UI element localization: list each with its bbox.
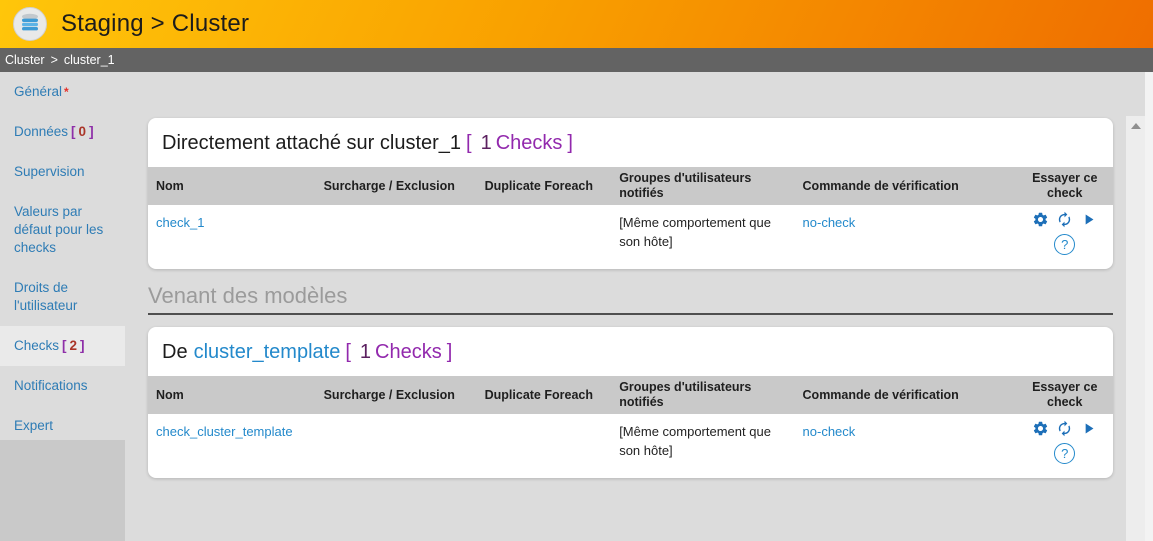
- col-header-commande: Commande de vérification: [795, 376, 1017, 414]
- duplicate-cell: [466, 414, 611, 478]
- donnees-count-badge: 0: [79, 124, 87, 139]
- help-icon[interactable]: ?: [1054, 443, 1075, 464]
- checks-count-badge: 2: [70, 338, 78, 353]
- table-row: check_1 [Même comportement que son hôte]…: [148, 205, 1113, 269]
- sidebar-footer: [0, 440, 125, 541]
- table-header-row: Nom Surcharge / Exclusion Duplicate Fore…: [148, 167, 1113, 205]
- sidebar-item-checks[interactable]: Checks[2]: [0, 326, 125, 366]
- command-link[interactable]: no-check: [803, 424, 856, 439]
- col-header-nom: Nom: [148, 376, 312, 414]
- col-header-essayer: Essayer ce check: [1016, 167, 1113, 205]
- sidebar-item-notifications[interactable]: Notifications: [0, 366, 125, 406]
- table-header-row: Nom Surcharge / Exclusion Duplicate Fore…: [148, 376, 1113, 414]
- direct-checks-title: Directement attaché sur cluster_1[1Check…: [148, 118, 1113, 167]
- sync-icon[interactable]: [1056, 420, 1073, 437]
- template-checks-card: Decluster_template[1Checks] Nom Surcharg…: [148, 327, 1113, 478]
- breadcrumb-parent-link[interactable]: Cluster: [5, 53, 45, 67]
- col-header-surcharge: Surcharge / Exclusion: [312, 376, 466, 414]
- col-header-surcharge: Surcharge / Exclusion: [312, 167, 466, 205]
- direct-checks-count: 1: [481, 132, 492, 154]
- col-header-essayer: Essayer ce check: [1016, 376, 1113, 414]
- col-header-duplicate: Duplicate Foreach: [466, 167, 611, 205]
- sidebar-item-droits-utilisateur[interactable]: Droits de l'utilisateur: [0, 268, 125, 326]
- template-checks-table: Nom Surcharge / Exclusion Duplicate Fore…: [148, 376, 1113, 478]
- sidebar-item-valeurs-defaut[interactable]: Valeurs par défaut pour les checks: [0, 192, 125, 268]
- groups-cell: [Même comportement que son hôte]: [611, 205, 794, 269]
- groups-cell: [Même comportement que son hôte]: [611, 414, 794, 478]
- sync-icon[interactable]: [1056, 211, 1073, 228]
- col-header-nom: Nom: [148, 167, 312, 205]
- duplicate-cell: [466, 205, 611, 269]
- col-header-groupes: Groupes d'utilisateurs notifiés: [611, 167, 794, 205]
- surcharge-cell: [312, 414, 466, 478]
- gear-icon[interactable]: [1032, 420, 1049, 437]
- col-header-duplicate: Duplicate Foreach: [466, 376, 611, 414]
- breadcrumb: Cluster > cluster_1: [0, 48, 1153, 72]
- template-link[interactable]: cluster_template: [194, 341, 341, 363]
- surcharge-cell: [312, 205, 466, 269]
- table-row: check_cluster_template [Même comportemen…: [148, 414, 1113, 478]
- col-header-commande: Commande de vérification: [795, 167, 1017, 205]
- sidebar-item-donnees[interactable]: Données[0]: [0, 112, 125, 152]
- sidebar: Général* Données[0] Supervision Valeurs …: [0, 72, 130, 541]
- sidebar-item-supervision[interactable]: Supervision: [0, 152, 125, 192]
- template-checks-title: Decluster_template[1Checks]: [148, 327, 1113, 376]
- templates-section-heading: Venant des modèles: [148, 283, 1113, 315]
- play-icon[interactable]: [1080, 211, 1097, 228]
- breadcrumb-separator: >: [51, 53, 58, 67]
- app-header: Staging > Cluster: [0, 0, 1153, 48]
- database-icon: [13, 7, 47, 41]
- template-checks-count: 1: [360, 341, 371, 363]
- window-edge-strip: [1145, 72, 1153, 541]
- breadcrumb-current: cluster_1: [64, 53, 115, 67]
- check-link[interactable]: check_1: [156, 215, 204, 230]
- check-link[interactable]: check_cluster_template: [156, 424, 293, 439]
- gear-icon[interactable]: [1032, 211, 1049, 228]
- required-marker: *: [64, 85, 69, 99]
- scrollbar[interactable]: [1126, 116, 1145, 541]
- direct-checks-table: Nom Surcharge / Exclusion Duplicate Fore…: [148, 167, 1113, 269]
- scroll-up-arrow-icon[interactable]: [1131, 123, 1141, 129]
- main-content: Directement attaché sur cluster_1[1Check…: [130, 72, 1125, 541]
- direct-checks-card: Directement attaché sur cluster_1[1Check…: [148, 118, 1113, 269]
- page-title: Staging > Cluster: [61, 10, 249, 38]
- app-window: Staging > Cluster Cluster > cluster_1 Gé…: [0, 0, 1153, 541]
- play-icon[interactable]: [1080, 420, 1097, 437]
- col-header-groupes: Groupes d'utilisateurs notifiés: [611, 376, 794, 414]
- help-icon[interactable]: ?: [1054, 234, 1075, 255]
- sidebar-item-general[interactable]: Général*: [0, 72, 125, 112]
- command-link[interactable]: no-check: [803, 215, 856, 230]
